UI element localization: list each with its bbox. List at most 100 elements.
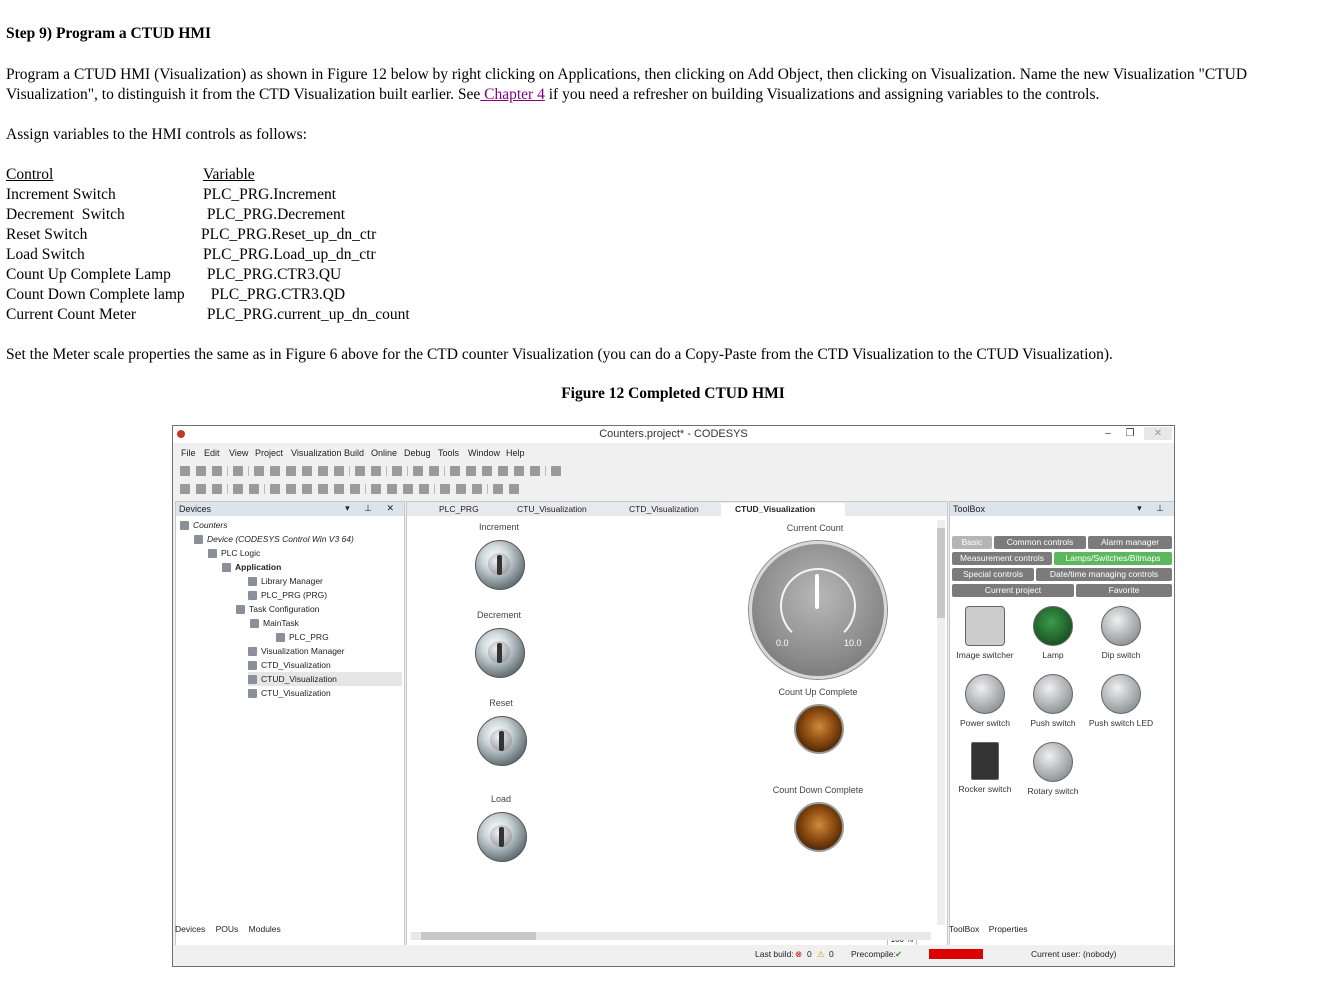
panel-controls[interactable]: ▾ ⊥ ✕ bbox=[345, 503, 400, 514]
minimize-icon[interactable]: – bbox=[1098, 427, 1118, 440]
align-right-icon[interactable] bbox=[302, 484, 312, 494]
tree-item-maintask[interactable]: MainTask bbox=[250, 616, 299, 630]
properties-icon[interactable] bbox=[429, 466, 439, 476]
build-icon[interactable] bbox=[392, 466, 402, 476]
menu-online[interactable]: Online bbox=[371, 448, 397, 458]
menu-edit[interactable]: Edit bbox=[204, 448, 220, 458]
tool-lamp[interactable]: Lamp bbox=[1020, 606, 1086, 660]
copy-icon[interactable] bbox=[302, 466, 312, 476]
tool-power-switch[interactable]: Power switch bbox=[952, 674, 1018, 728]
tab-ctu-visualization[interactable]: CTU_Visualization bbox=[503, 503, 587, 516]
menu-project[interactable]: Project bbox=[255, 448, 283, 458]
count-up-lamp[interactable] bbox=[794, 704, 844, 754]
align-middle-icon[interactable] bbox=[334, 484, 344, 494]
reset-switch[interactable] bbox=[477, 716, 527, 766]
tree-item-task-configuration[interactable]: Task Configuration bbox=[236, 602, 319, 616]
increment-switch[interactable] bbox=[475, 540, 525, 590]
layer-icon[interactable] bbox=[472, 484, 482, 494]
tree-item-device[interactable]: Device (CODESYS Control Win V3 64) bbox=[194, 532, 354, 546]
tree-item-visualization-manager[interactable]: Visualization Manager bbox=[248, 644, 344, 658]
cart-icon[interactable] bbox=[551, 466, 561, 476]
stop-icon[interactable] bbox=[498, 466, 508, 476]
cat-favorite[interactable]: Favorite bbox=[1076, 584, 1172, 597]
tool-rotary-switch[interactable]: Rotary switch bbox=[1020, 742, 1086, 796]
tab-devices[interactable]: Devices bbox=[175, 924, 205, 934]
login-icon[interactable] bbox=[450, 466, 460, 476]
tree-item-plc-logic[interactable]: PLC Logic bbox=[208, 546, 260, 560]
tab-plc-prg[interactable]: PLC_PRG bbox=[425, 503, 479, 516]
save-icon[interactable] bbox=[212, 466, 222, 476]
tab-ctd-visualization[interactable]: CTD_Visualization bbox=[615, 503, 699, 516]
tab-ctud-visualization[interactable]: CTUD_Visualization bbox=[721, 503, 845, 516]
reset-icon[interactable] bbox=[514, 466, 524, 476]
horizontal-scrollbar[interactable] bbox=[411, 932, 931, 940]
tree-item-ctd-visualization[interactable]: CTD_Visualization bbox=[248, 658, 331, 672]
add-object-icon[interactable] bbox=[413, 466, 423, 476]
cat-common-controls[interactable]: Common controls bbox=[994, 536, 1086, 549]
new-icon[interactable] bbox=[180, 466, 190, 476]
menu-build[interactable]: Build bbox=[344, 448, 364, 458]
tree-item-counters[interactable]: Counters bbox=[180, 518, 228, 532]
same-height-icon[interactable] bbox=[403, 484, 413, 494]
load-switch[interactable] bbox=[477, 812, 527, 862]
start-icon[interactable] bbox=[482, 466, 492, 476]
align-top-icon[interactable] bbox=[318, 484, 328, 494]
chapter-4-link[interactable]: Chapter 4 bbox=[480, 86, 545, 103]
cut-icon[interactable] bbox=[286, 466, 296, 476]
open-icon[interactable] bbox=[196, 466, 206, 476]
cat-lamps-switches-bitmaps[interactable]: Lamps/Switches/Bitmaps bbox=[1054, 552, 1172, 565]
tab-pous[interactable]: POUs bbox=[216, 924, 239, 934]
undo-icon[interactable] bbox=[254, 466, 264, 476]
cat-special-controls[interactable]: Special controls bbox=[952, 568, 1034, 581]
count-down-lamp[interactable] bbox=[794, 802, 844, 852]
tool-rocker-switch[interactable]: Rocker switch bbox=[952, 742, 1018, 794]
menu-view[interactable]: View bbox=[229, 448, 248, 458]
paste-icon[interactable] bbox=[318, 466, 328, 476]
menu-window[interactable]: Window bbox=[468, 448, 500, 458]
align-icon[interactable] bbox=[180, 484, 190, 494]
menu-visualization[interactable]: Visualization bbox=[291, 448, 341, 458]
align-left-icon[interactable] bbox=[270, 484, 280, 494]
ungroup-icon[interactable] bbox=[212, 484, 222, 494]
current-count-meter[interactable]: 0.0 10.0 bbox=[749, 541, 887, 679]
decrement-switch[interactable] bbox=[475, 628, 525, 678]
front-icon[interactable] bbox=[233, 484, 243, 494]
tool-image-switcher[interactable]: Image switcher bbox=[952, 606, 1018, 660]
tool-push-switch-led[interactable]: Push switch LED bbox=[1088, 674, 1154, 728]
find-icon[interactable] bbox=[355, 466, 365, 476]
tab-properties[interactable]: Properties bbox=[989, 924, 1028, 934]
logout-icon[interactable] bbox=[466, 466, 476, 476]
tree-item-library-manager[interactable]: Library Manager bbox=[248, 574, 323, 588]
back-icon[interactable] bbox=[249, 484, 259, 494]
menu-help[interactable]: Help bbox=[506, 448, 525, 458]
frame-icon[interactable] bbox=[493, 484, 503, 494]
cat-measurement-controls[interactable]: Measurement controls bbox=[952, 552, 1052, 565]
tool-dip-switch[interactable]: Dip switch bbox=[1088, 606, 1154, 660]
distribute-icon[interactable] bbox=[371, 484, 381, 494]
cat-basic[interactable]: Basic bbox=[952, 536, 992, 549]
cat-datetime-controls[interactable]: Date/time managing controls bbox=[1036, 568, 1172, 581]
delete-icon[interactable] bbox=[334, 466, 344, 476]
tree-item-plc-prg[interactable]: PLC_PRG (PRG) bbox=[248, 588, 327, 602]
menu-debug[interactable]: Debug bbox=[404, 448, 431, 458]
step-icon[interactable] bbox=[530, 466, 540, 476]
toolbox-panel-controls[interactable]: ▾ ⊥ bbox=[1137, 503, 1170, 514]
tab-modules[interactable]: Modules bbox=[249, 924, 281, 934]
print-icon[interactable] bbox=[233, 466, 243, 476]
cat-alarm-manager[interactable]: Alarm manager bbox=[1088, 536, 1172, 549]
tree-item-ctu-visualization[interactable]: CTU_Visualization bbox=[248, 686, 331, 700]
tool-push-switch[interactable]: Push switch bbox=[1020, 674, 1086, 728]
snap-icon[interactable] bbox=[456, 484, 466, 494]
same-width-icon[interactable] bbox=[387, 484, 397, 494]
menu-file[interactable]: File bbox=[181, 448, 196, 458]
tree-item-plc-prg-call[interactable]: PLC_PRG bbox=[276, 630, 329, 644]
group-icon[interactable] bbox=[196, 484, 206, 494]
redo-icon[interactable] bbox=[270, 466, 280, 476]
align-center-icon[interactable] bbox=[286, 484, 296, 494]
close-icon[interactable]: ✕ bbox=[1144, 427, 1172, 440]
vertical-scrollbar[interactable] bbox=[937, 520, 945, 925]
align-bottom-icon[interactable] bbox=[350, 484, 360, 494]
replace-icon[interactable] bbox=[371, 466, 381, 476]
cat-current-project[interactable]: Current project bbox=[952, 584, 1074, 597]
tab-toolbox[interactable]: ToolBox bbox=[949, 924, 979, 934]
